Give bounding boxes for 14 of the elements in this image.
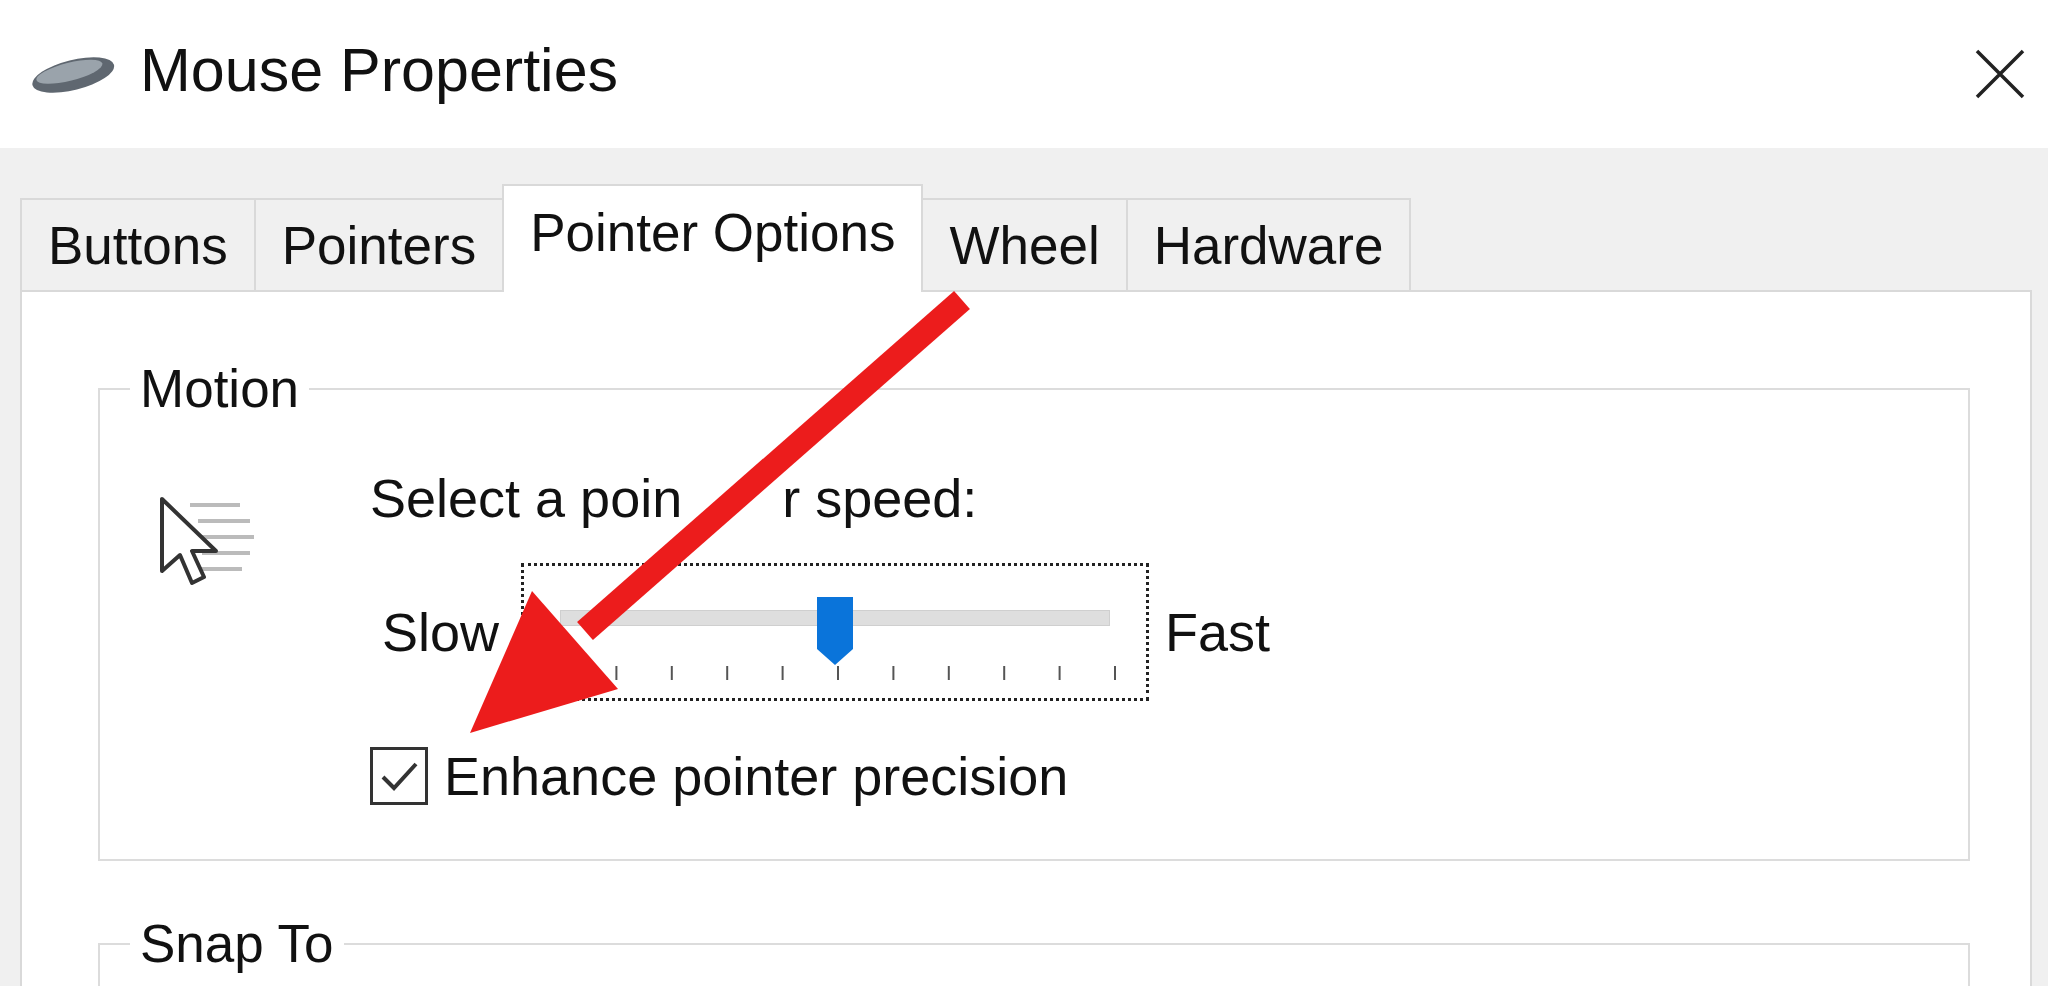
window-title: Mouse Properties [140,35,620,106]
tab[interactable]: Pointer Options [502,184,924,292]
close-icon[interactable] [1974,48,2026,100]
tab[interactable]: Buttons [20,198,256,290]
speed-label: Select a poin [370,467,683,529]
slow-label: Slow [382,601,500,663]
tab[interactable]: Hardware [1125,198,1412,290]
speed-label: r speed: [782,467,978,529]
group-label: Snap To [139,913,335,974]
checkbox-label[interactable]: Enhance pointer precision [444,745,1069,807]
slider-thumb[interactable] [817,597,854,665]
group-label: Motion [139,358,301,419]
fast-label: Fast [1165,601,1271,663]
checkbox[interactable] [370,747,428,805]
